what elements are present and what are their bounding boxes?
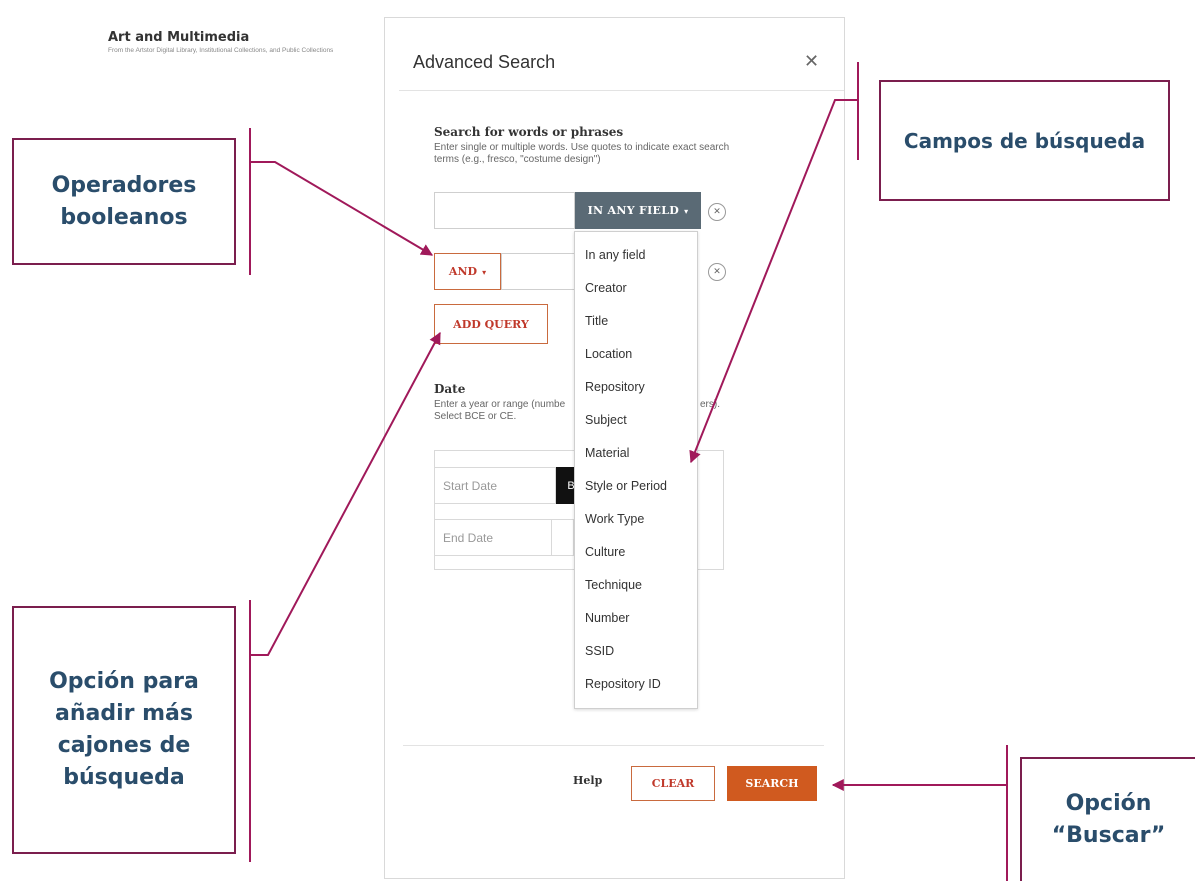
arrow-buscar <box>833 745 1008 881</box>
arrow-operadores <box>249 128 432 275</box>
arrow-anadir <box>249 333 440 862</box>
annotation-campos: Campos de búsqueda <box>879 80 1170 201</box>
annotation-text: cajones de <box>57 733 191 758</box>
annotation-text: búsqueda <box>63 765 185 790</box>
annotation-anadir: Opción para añadir más cajones de búsque… <box>12 606 236 854</box>
annotation-text: Opción para <box>49 669 199 694</box>
annotation-operadores: Operadores booleanos <box>12 138 236 265</box>
annotation-buscar: Opción “Buscar” <box>1020 757 1195 881</box>
annotation-text: “Buscar” <box>1051 823 1166 848</box>
annotation-text: Operadores <box>51 172 197 198</box>
arrow-campos <box>691 62 859 462</box>
annotation-text: Opción <box>1065 791 1152 816</box>
annotation-text: añadir más <box>54 701 193 726</box>
annotation-text: booleanos <box>60 204 188 230</box>
annotation-text: Campos de búsqueda <box>903 128 1146 153</box>
